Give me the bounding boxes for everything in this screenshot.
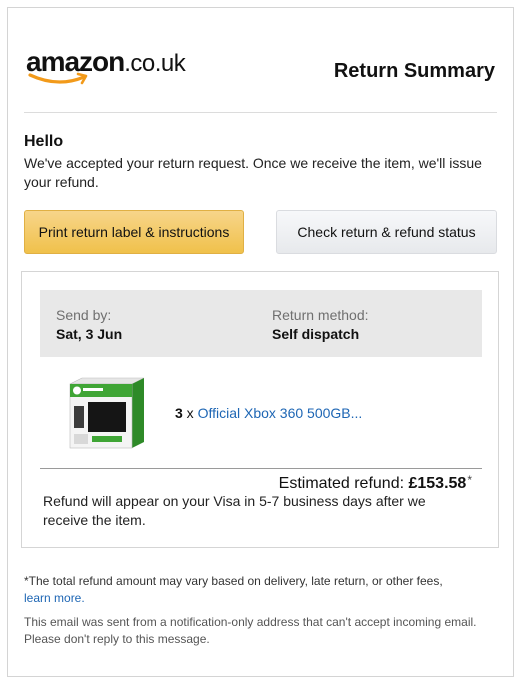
estimated-refund-label: Estimated refund: xyxy=(278,475,409,492)
send-by-label: Send by: xyxy=(56,307,112,323)
check-refund-status-button[interactable]: Check return & refund status xyxy=(276,210,497,254)
amazon-logo[interactable]: amazon.co.uk xyxy=(26,48,186,88)
disclaimer-text: *The total refund amount may vary based … xyxy=(24,574,443,588)
item-line: 3 x Official Xbox 360 500GB... xyxy=(175,405,362,421)
return-summary-card: Send by: Sat, 3 Jun Return method: Self … xyxy=(21,271,499,548)
return-info-band: Send by: Sat, 3 Jun Return method: Self … xyxy=(40,290,482,357)
xbox-360-box-icon[interactable] xyxy=(68,376,146,450)
no-reply-notice: This email was sent from a notification-… xyxy=(24,615,477,646)
intro-text: We've accepted your return request. Once… xyxy=(24,155,482,190)
logo-suffix: .co.uk xyxy=(124,50,186,77)
greeting: Hello xyxy=(24,133,64,150)
item-title-link[interactable]: Official Xbox 360 500GB... xyxy=(198,405,363,421)
refund-disclaimer: *The total refund amount may vary based … xyxy=(24,573,494,607)
send-by-value: Sat, 3 Jun xyxy=(56,326,123,342)
learn-more-link[interactable]: learn more. xyxy=(24,591,85,605)
item-quantity: 3 xyxy=(175,405,183,421)
refund-footnote-mark: * xyxy=(467,473,472,487)
amazon-smile-icon xyxy=(28,72,88,85)
refund-divider xyxy=(40,468,482,469)
return-method-label: Return method: xyxy=(272,307,369,323)
item-multiplier: x xyxy=(182,405,198,421)
refund-note: Refund will appear on your Visa in 5-7 b… xyxy=(43,493,426,528)
estimated-refund-amount: £153.58 xyxy=(408,475,467,492)
estimated-refund: Estimated refund: £153.58* xyxy=(279,473,472,493)
return-method-value: Self dispatch xyxy=(272,326,360,342)
page-title: Return Summary xyxy=(333,60,495,82)
print-return-label-button[interactable]: Print return label & instructions xyxy=(24,210,244,254)
header-divider xyxy=(24,112,497,113)
